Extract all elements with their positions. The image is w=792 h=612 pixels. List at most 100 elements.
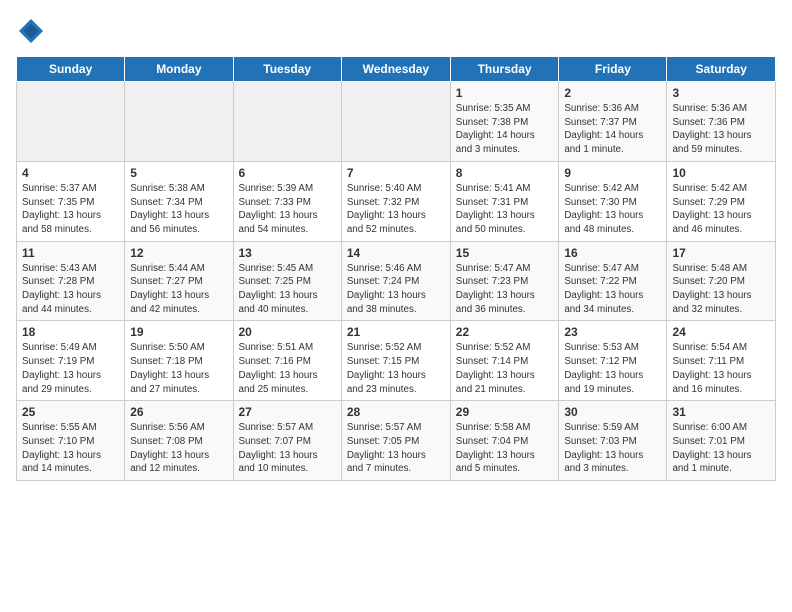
day-number: 1 (456, 86, 554, 100)
day-info: Sunrise: 5:42 AM Sunset: 7:29 PM Dayligh… (672, 182, 770, 237)
calendar-cell: 9 Sunrise: 5:42 AM Sunset: 7:30 PM Daylig… (559, 161, 667, 241)
calendar-cell: 30Sunrise: 5:59 AM Sunset: 7:03 PM Dayli… (559, 401, 667, 481)
day-info: Sunrise: 5:37 AM Sunset: 7:35 PM Dayligh… (22, 182, 119, 237)
day-info: Sunrise: 5:54 AM Sunset: 7:11 PM Dayligh… (672, 341, 770, 396)
day-info: Sunrise: 5:36 AM Sunset: 7:37 PM Dayligh… (564, 102, 661, 157)
day-info: Sunrise: 5:46 AM Sunset: 7:24 PM Dayligh… (347, 262, 445, 317)
day-number: 9 (564, 166, 661, 180)
day-number: 26 (130, 405, 227, 419)
day-number: 21 (347, 325, 445, 339)
calendar-table: SundayMondayTuesdayWednesdayThursdayFrid… (16, 56, 776, 481)
day-info: Sunrise: 5:42 AM Sunset: 7:30 PM Dayligh… (564, 182, 661, 237)
calendar-cell: 26 Sunrise: 5:56 AM Sunset: 7:08 PM Dayli… (125, 401, 233, 481)
day-number: 28 (347, 405, 445, 419)
day-number: 12 (130, 246, 227, 260)
calendar-cell: 12 Sunrise: 5:44 AM Sunset: 7:27 PM Dayli… (125, 241, 233, 321)
day-header-saturday: Saturday (667, 57, 776, 82)
day-header-thursday: Thursday (450, 57, 559, 82)
day-number: 4 (22, 166, 119, 180)
day-info: Sunrise: 5:58 AM Sunset: 7:04 PM Dayligh… (456, 421, 554, 476)
logo (16, 16, 50, 46)
day-number: 31 (672, 405, 770, 419)
day-number: 20 (239, 325, 336, 339)
day-header-monday: Monday (125, 57, 233, 82)
calendar-cell: 27 Sunrise: 5:57 AM Sunset: 7:07 PM Dayli… (233, 401, 341, 481)
day-number: 23 (564, 325, 661, 339)
day-header-sunday: Sunday (17, 57, 125, 82)
day-number: 27 (239, 405, 336, 419)
day-info: Sunrise: 5:41 AM Sunset: 7:31 PM Dayligh… (456, 182, 554, 237)
day-number: 5 (130, 166, 227, 180)
day-info: Sunrise: 5:56 AM Sunset: 7:08 PM Dayligh… (130, 421, 227, 476)
day-info: Sunrise: 6:00 AM Sunset: 7:01 PM Dayligh… (672, 421, 770, 476)
calendar-cell: 8 Sunrise: 5:41 AM Sunset: 7:31 PM Daylig… (450, 161, 559, 241)
day-info: Sunrise: 5:48 AM Sunset: 7:20 PM Dayligh… (672, 262, 770, 317)
day-info: Sunrise: 5:47 AM Sunset: 7:22 PM Dayligh… (564, 262, 661, 317)
day-info: Sunrise: 5:45 AM Sunset: 7:25 PM Dayligh… (239, 262, 336, 317)
calendar-cell: 24 Sunrise: 5:54 AM Sunset: 7:11 PM Dayli… (667, 321, 776, 401)
calendar-cell: 10Sunrise: 5:42 AM Sunset: 7:29 PM Dayli… (667, 161, 776, 241)
calendar-cell: 16 Sunrise: 5:47 AM Sunset: 7:22 PM Dayli… (559, 241, 667, 321)
day-number: 6 (239, 166, 336, 180)
day-number: 7 (347, 166, 445, 180)
day-number: 11 (22, 246, 119, 260)
calendar-cell: 15 Sunrise: 5:47 AM Sunset: 7:23 PM Dayli… (450, 241, 559, 321)
day-info: Sunrise: 5:36 AM Sunset: 7:36 PM Dayligh… (672, 102, 770, 157)
day-info: Sunrise: 5:52 AM Sunset: 7:14 PM Dayligh… (456, 341, 554, 396)
day-number: 16 (564, 246, 661, 260)
day-info: Sunrise: 5:43 AM Sunset: 7:28 PM Dayligh… (22, 262, 119, 317)
day-info: Sunrise: 5:53 AM Sunset: 7:12 PM Dayligh… (564, 341, 661, 396)
calendar-cell (125, 82, 233, 162)
day-info: Sunrise: 5:44 AM Sunset: 7:27 PM Dayligh… (130, 262, 227, 317)
day-number: 25 (22, 405, 119, 419)
day-number: 15 (456, 246, 554, 260)
day-info: Sunrise: 5:49 AM Sunset: 7:19 PM Dayligh… (22, 341, 119, 396)
day-number: 19 (130, 325, 227, 339)
day-number: 22 (456, 325, 554, 339)
day-info: Sunrise: 5:35 AM Sunset: 7:38 PM Dayligh… (456, 102, 554, 157)
calendar-cell: 5 Sunrise: 5:38 AM Sunset: 7:34 PM Daylig… (125, 161, 233, 241)
calendar-week-2: 4 Sunrise: 5:37 AM Sunset: 7:35 PM Daylig… (17, 161, 776, 241)
calendar-cell: 6 Sunrise: 5:39 AM Sunset: 7:33 PM Daylig… (233, 161, 341, 241)
day-number: 24 (672, 325, 770, 339)
day-number: 13 (239, 246, 336, 260)
calendar-cell: 13 Sunrise: 5:45 AM Sunset: 7:25 PM Dayli… (233, 241, 341, 321)
calendar-cell: 29Sunrise: 5:58 AM Sunset: 7:04 PM Dayli… (450, 401, 559, 481)
calendar-week-3: 11 Sunrise: 5:43 AM Sunset: 7:28 PM Dayli… (17, 241, 776, 321)
day-number: 2 (564, 86, 661, 100)
calendar-cell: 2 Sunrise: 5:36 AM Sunset: 7:37 PM Daylig… (559, 82, 667, 162)
day-info: Sunrise: 5:55 AM Sunset: 7:10 PM Dayligh… (22, 421, 119, 476)
calendar-cell: 14 Sunrise: 5:46 AM Sunset: 7:24 PM Dayli… (341, 241, 450, 321)
calendar-cell: 3Sunrise: 5:36 AM Sunset: 7:36 PM Daylig… (667, 82, 776, 162)
day-info: Sunrise: 5:38 AM Sunset: 7:34 PM Dayligh… (130, 182, 227, 237)
day-info: Sunrise: 5:47 AM Sunset: 7:23 PM Dayligh… (456, 262, 554, 317)
day-info: Sunrise: 5:51 AM Sunset: 7:16 PM Dayligh… (239, 341, 336, 396)
calendar-cell: 28 Sunrise: 5:57 AM Sunset: 7:05 PM Dayli… (341, 401, 450, 481)
calendar-cell (17, 82, 125, 162)
page-header (16, 16, 776, 46)
calendar-cell: 18 Sunrise: 5:49 AM Sunset: 7:19 PM Dayli… (17, 321, 125, 401)
day-header-friday: Friday (559, 57, 667, 82)
day-info: Sunrise: 5:57 AM Sunset: 7:07 PM Dayligh… (239, 421, 336, 476)
day-number: 18 (22, 325, 119, 339)
day-header-wednesday: Wednesday (341, 57, 450, 82)
calendar-cell: 31 Sunrise: 6:00 AM Sunset: 7:01 PM Dayli… (667, 401, 776, 481)
calendar-cell (341, 82, 450, 162)
day-number: 14 (347, 246, 445, 260)
day-info: Sunrise: 5:40 AM Sunset: 7:32 PM Dayligh… (347, 182, 445, 237)
day-number: 8 (456, 166, 554, 180)
calendar-cell: 20 Sunrise: 5:51 AM Sunset: 7:16 PM Dayli… (233, 321, 341, 401)
day-number: 30 (564, 405, 661, 419)
calendar-cell: 11 Sunrise: 5:43 AM Sunset: 7:28 PM Dayli… (17, 241, 125, 321)
calendar-cell: 23 Sunrise: 5:53 AM Sunset: 7:12 PM Dayli… (559, 321, 667, 401)
calendar-cell: 7 Sunrise: 5:40 AM Sunset: 7:32 PM Daylig… (341, 161, 450, 241)
calendar-cell (233, 82, 341, 162)
calendar-cell: 17 Sunrise: 5:48 AM Sunset: 7:20 PM Dayli… (667, 241, 776, 321)
day-info: Sunrise: 5:50 AM Sunset: 7:18 PM Dayligh… (130, 341, 227, 396)
calendar-cell: 25 Sunrise: 5:55 AM Sunset: 7:10 PM Dayli… (17, 401, 125, 481)
day-info: Sunrise: 5:39 AM Sunset: 7:33 PM Dayligh… (239, 182, 336, 237)
calendar-week-1: 1 Sunrise: 5:35 AM Sunset: 7:38 PM Daylig… (17, 82, 776, 162)
day-number: 17 (672, 246, 770, 260)
calendar-cell: 4 Sunrise: 5:37 AM Sunset: 7:35 PM Daylig… (17, 161, 125, 241)
day-info: Sunrise: 5:57 AM Sunset: 7:05 PM Dayligh… (347, 421, 445, 476)
